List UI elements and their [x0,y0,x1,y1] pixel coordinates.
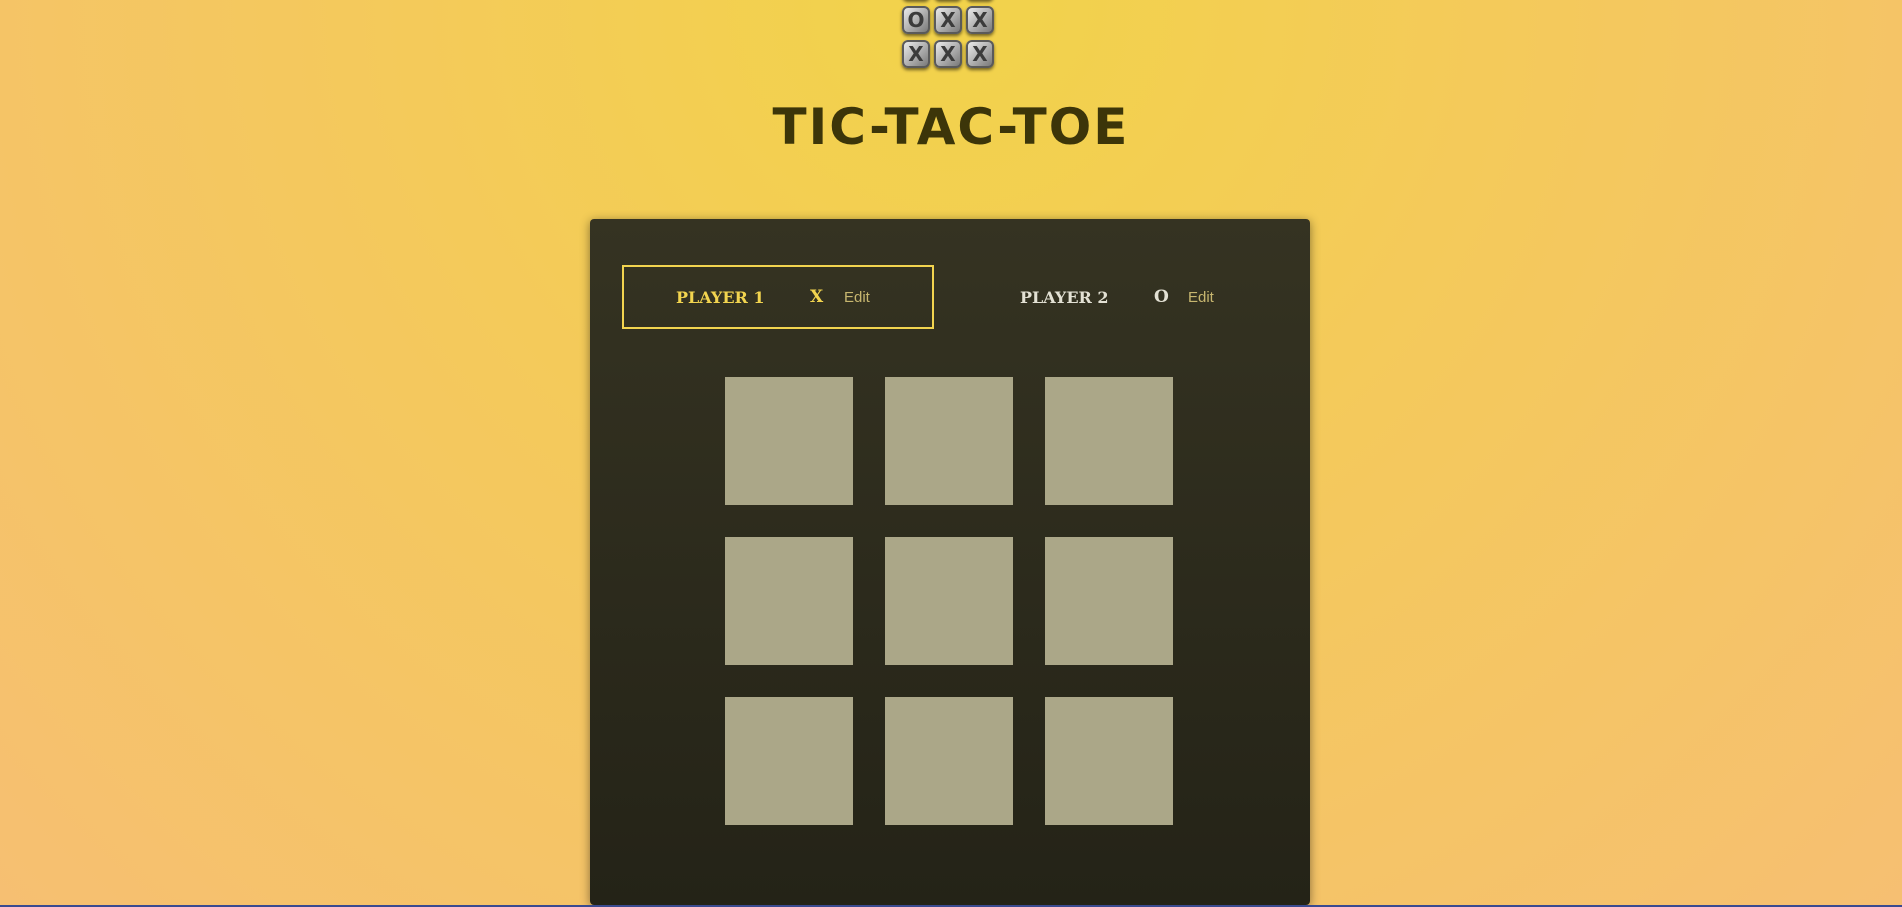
player-2-symbol: O [1154,287,1169,307]
player-2-edit-button[interactable]: Edit [1188,289,1214,306]
board-cell-3[interactable] [1045,377,1173,505]
logo-tile: O [902,6,930,34]
logo-tile: X [966,40,994,68]
player-1-name: PLAYER 1 [676,287,765,307]
board-cell-9[interactable] [1045,697,1173,825]
game-panel: PLAYER 1 X Edit PLAYER 2 O Edit [590,219,1310,905]
logo-tile: X [902,40,930,68]
board-cell-2[interactable] [885,377,1013,505]
player-2-name: PLAYER 2 [1020,287,1109,307]
board-cell-1[interactable] [725,377,853,505]
game-board [725,377,1173,825]
board-cell-5[interactable] [885,537,1013,665]
logo-tile: X [966,6,994,34]
player-1-edit-button[interactable]: Edit [844,289,870,306]
logo: O X X X X X [900,0,1000,75]
board-cell-4[interactable] [725,537,853,665]
board-cell-7[interactable] [725,697,853,825]
logo-tile: X [934,40,962,68]
board-cell-8[interactable] [885,697,1013,825]
page-title: TIC-TAC-TOE [772,98,1130,156]
player-1-card: PLAYER 1 X Edit [622,265,934,329]
player-2-card: PLAYER 2 O Edit [966,265,1278,329]
player-1-symbol: X [810,287,824,307]
board-cell-6[interactable] [1045,537,1173,665]
logo-tile: X [934,6,962,34]
